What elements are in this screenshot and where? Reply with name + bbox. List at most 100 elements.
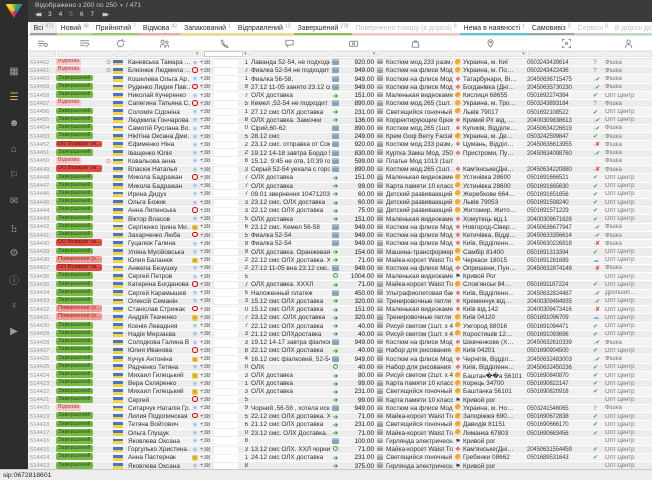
table-row[interactable]: 514450 Відмова ⊙ Ковальова анна ✳ +38 8 … [28, 158, 652, 166]
flags-filter[interactable] [114, 51, 129, 57]
comment-column-header[interactable] [248, 36, 330, 50]
mailing-icon[interactable]: ✉ [0, 188, 28, 214]
company-icon[interactable]: ⌂ [0, 136, 28, 162]
table-row[interactable]: 514427 Завершений Юлия Иванова +38 8 22.… [28, 347, 652, 355]
phone-prefix: +38 [200, 76, 214, 82]
order-id-column-header[interactable] [28, 36, 56, 50]
manager-filter[interactable] [605, 51, 651, 57]
tracking-number: 0501691313394 [527, 249, 592, 256]
table-row[interactable]: 514443 Завершений Віктор Власов ✳ +38 5 … [28, 215, 652, 223]
pager-page-4[interactable]: 4 [59, 10, 63, 20]
main-area: Відображено з 200 по 250▼/ 471 ◀◀ 34567 … [28, 0, 652, 469]
phone-number-masked [214, 84, 238, 90]
tracking-column-header[interactable] [527, 36, 605, 50]
tab-out-of-stock[interactable]: Нема в наявності1 [460, 22, 528, 35]
settings-icon[interactable]: ⚙ [0, 240, 28, 266]
tab-services[interactable]: Сервіси0 [574, 22, 611, 35]
table-row[interactable]: 514458 Завершений Николай Кучеренко ✳ +3… [28, 92, 652, 100]
tab-all[interactable]: Всі471 [30, 22, 57, 35]
payment-icon [330, 290, 341, 297]
table-row[interactable]: 514417 Завершений Ольга Глущук ✳ +38 0 2… [28, 430, 652, 438]
address-filter[interactable]: ▾ [454, 51, 527, 57]
table-row[interactable]: 514455 Завершений Людмила Гончарова ✳ +3… [28, 117, 652, 125]
tracking-filter[interactable] [528, 51, 605, 57]
pager-last-button[interactable]: ▶▶ [103, 10, 107, 20]
pager-first-button[interactable]: ◀◀ [35, 10, 39, 20]
pager-page-3[interactable]: 3 [48, 10, 52, 20]
table-row[interactable]: 514452 DO Возврат ок… Єфименко Ніна ✳ +3… [28, 141, 652, 149]
status-filter[interactable] [57, 51, 113, 57]
order-id: 514425 [28, 364, 56, 370]
order-id-filter[interactable] [29, 51, 57, 57]
card-payment-icon [332, 150, 339, 155]
tab-return-transit[interactable]: Повернення товару (в дорозі)0 [352, 22, 460, 35]
address-column-header[interactable] [453, 36, 527, 50]
tab-shipped[interactable]: Відправлений12 [234, 22, 294, 35]
product-filter[interactable] [378, 51, 453, 57]
pager-page-7[interactable]: 7 [90, 10, 94, 20]
payment-column-header[interactable] [330, 36, 377, 50]
phone-number-masked [214, 265, 238, 271]
tab-packed[interactable]: Запакований1 [180, 22, 234, 35]
manager-column-header[interactable] [605, 36, 652, 50]
info-icon[interactable]: ⓘ [0, 266, 28, 292]
flags-column-header[interactable] [113, 36, 128, 50]
table-row[interactable]: 514438 Повернення (з… Юлия Баланюк lc +3… [28, 257, 652, 265]
operator-icon: ✳ [190, 446, 200, 454]
pager-page-6[interactable]: 6 [80, 10, 84, 20]
pager-page-5[interactable]: 5 [69, 10, 73, 20]
tab-pickup[interactable]: Самовивіз2 [528, 22, 574, 35]
dashboard-icon[interactable]: ▦ [0, 58, 28, 84]
table-row[interactable]: 514460 Завершений Кошелева Ольга Ар… ✳ +… [28, 75, 652, 83]
tracking-number: 0501691096709 [527, 314, 592, 321]
payment-filter[interactable]: ▾ [331, 51, 377, 57]
carrier-icon: ⚑ [453, 273, 463, 280]
statistics-icon[interactable]: ⣦ [0, 214, 28, 240]
products-tags-icon[interactable]: ⚐ [0, 162, 28, 188]
customer-column-header[interactable] [128, 36, 200, 50]
table-row[interactable]: 514442 Завершений Сергіюнко Ірина Ми… lc… [28, 224, 652, 232]
carrier-icon: ❖ [453, 298, 463, 305]
table-row[interactable]: 514461 Відмова ⊙ Близнюк Людмила … +38 7… [28, 67, 652, 75]
product-column-header[interactable] [377, 36, 453, 50]
phone-column-header[interactable] [200, 36, 248, 50]
tab-refused[interactable]: Відмова42 [139, 22, 180, 35]
page-size-caret-icon[interactable]: ▼ [119, 3, 124, 9]
tab-new[interactable]: Новий48 [57, 22, 92, 35]
app-logo-icon[interactable] [6, 4, 23, 18]
order-source: Фішка [605, 340, 652, 346]
table-row[interactable]: 514462 Відмова ⊙ Каневська Тамара … ✳ +3… [28, 59, 652, 67]
ukrposhta-icon [455, 133, 461, 139]
table-row[interactable]: 514421 Завершений Сергей +38 5 ➔ 99.00 К… [28, 397, 652, 405]
table-row[interactable]: 514451 Завершений Іващенко Юлія ✳ +38 2 … [28, 150, 652, 158]
tab-done[interactable]: Завершений278 [294, 22, 352, 35]
table-row[interactable]: 514437 DO Возврат ок… Анжела Безушку ✳ +… [28, 265, 652, 273]
table-row[interactable]: 514454 Завершений Самотій Руслана Во… ✳ … [28, 125, 652, 133]
operator-icon [190, 100, 200, 108]
table-row[interactable]: 514429 Завершений Надія Мерзаєва ✳ +38 3… [28, 331, 652, 339]
table-row[interactable]: 514441 Завершений Захарченко Люба +38 5 … [28, 232, 652, 240]
tab-accepted[interactable]: Прийнятий7 [92, 22, 139, 35]
comment-filter[interactable] [250, 51, 331, 57]
tracking-number: 20450634098760 [527, 150, 592, 157]
video-icon[interactable]: ▶ [0, 318, 28, 344]
table-row[interactable]: 514426 Завершений Кучук Антоніна lc +38 … [28, 355, 652, 363]
tracking-unknown-icon: ? [593, 405, 597, 412]
phone-filter-input[interactable] [204, 51, 244, 57]
order-total: 890.00 [341, 100, 377, 107]
table-row[interactable]: 514453 Завершений Нікітіна Оксана Дми… ✳… [28, 133, 652, 141]
table-row[interactable]: 514435 Завершений Катерина Богданова +38… [28, 281, 652, 289]
status-badge: Завершений [56, 272, 93, 279]
web-icon[interactable]: ♁ [0, 292, 28, 318]
phone-filter[interactable]: ▾ [202, 51, 249, 57]
phone-prefix: +38 [200, 233, 214, 239]
phone-number-masked [214, 208, 238, 214]
customer-filter[interactable]: ▾ [130, 51, 201, 57]
table-row[interactable]: 514416 Завершений Яковлева Оксана ✳ +38 … [28, 438, 652, 446]
status-column-header[interactable] [56, 36, 113, 50]
orders-icon[interactable]: ☰ [0, 84, 28, 110]
customers-icon[interactable]: ☻ [0, 110, 28, 136]
operator-icon: ✳ [190, 273, 200, 281]
tab-on-way-home[interactable]: В дорозі додому0 [611, 22, 652, 35]
order-total: 949.00 [341, 339, 377, 346]
